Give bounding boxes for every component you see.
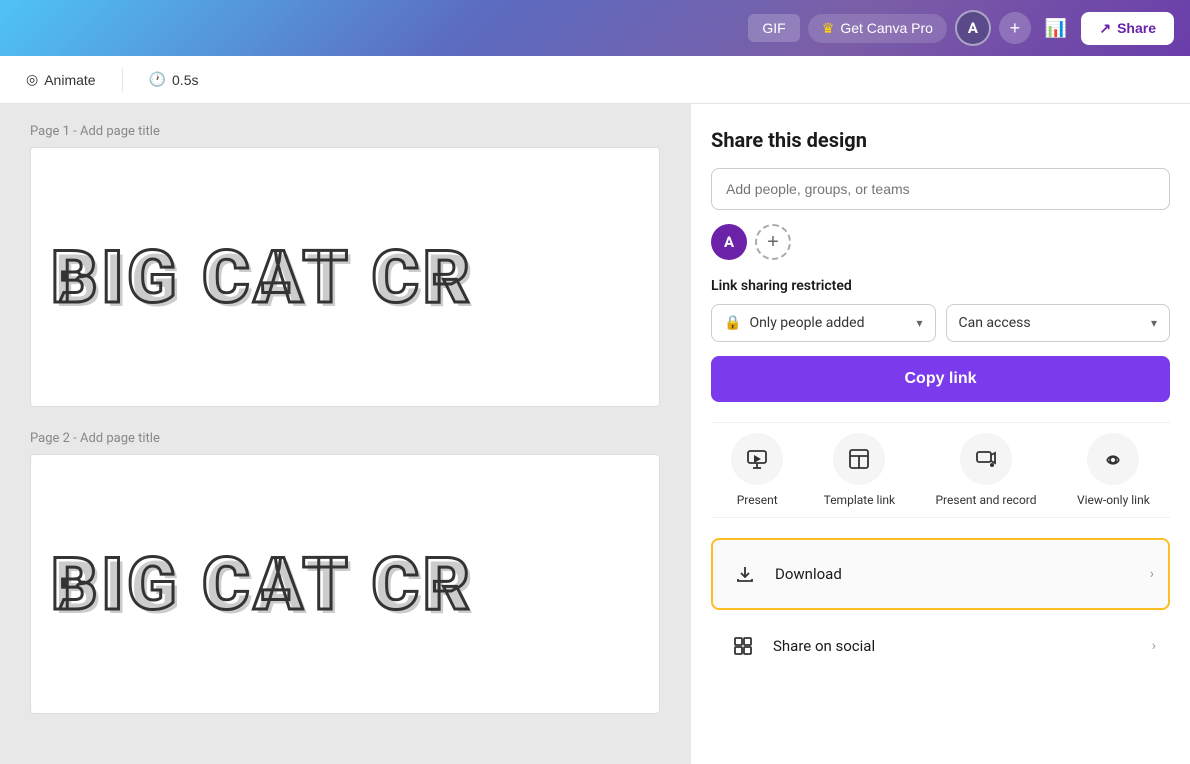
- chevron-right-icon: ›: [1150, 566, 1154, 582]
- view-only-label: View-only link: [1077, 493, 1150, 507]
- present-action[interactable]: Present: [731, 433, 783, 507]
- present-record-icon: [960, 433, 1012, 485]
- share-social-list-item[interactable]: Share on social ›: [711, 612, 1170, 680]
- clock-icon: 🕐: [149, 71, 166, 88]
- present-record-label: Present and record: [935, 493, 1036, 507]
- crown-icon: ♛: [822, 20, 835, 37]
- present-record-action[interactable]: Present and record: [935, 433, 1036, 507]
- page2-canvas: BIG CAT CR: [30, 454, 660, 714]
- page2-section: Page 2 - Add page title BIG CAT CR: [30, 431, 660, 714]
- share-icon: ↗: [1099, 20, 1111, 37]
- people-added-dropdown[interactable]: 🔒 Only people added ▾: [711, 304, 936, 342]
- avatar[interactable]: A: [955, 10, 991, 46]
- download-label: Download: [775, 565, 842, 583]
- animate-button[interactable]: ◎ Animate: [16, 65, 106, 94]
- share-button[interactable]: ↗ Share: [1081, 12, 1174, 45]
- link-dropdowns-row: 🔒 Only people added ▾ Can access ▾: [711, 304, 1170, 342]
- collaborator-avatar[interactable]: A: [711, 224, 747, 260]
- chart-button[interactable]: 📊: [1039, 12, 1073, 45]
- share-input[interactable]: [711, 168, 1170, 210]
- canvas-area: Page 1 - Add page title BIG CAT CR Page …: [0, 104, 690, 764]
- action-icons-row: Present Template link: [711, 422, 1170, 518]
- link-sharing-label: Link sharing restricted: [711, 278, 1170, 294]
- navbar: GIF ♛ Get Canva Pro A + 📊 ↗ Share: [0, 0, 1190, 56]
- lock-icon: 🔒: [724, 315, 741, 331]
- collaborators-row: A +: [711, 224, 1170, 260]
- share-panel: Share this design A + Link sharing restr…: [690, 104, 1190, 764]
- plus-button[interactable]: +: [999, 12, 1031, 44]
- page1-text: BIG CAT CR: [51, 235, 474, 320]
- canva-pro-button[interactable]: ♛ Get Canva Pro: [808, 14, 947, 43]
- main-layout: Page 1 - Add page title BIG CAT CR Page …: [0, 104, 1190, 764]
- page2-label: Page 2 - Add page title: [30, 431, 660, 446]
- divider: [122, 68, 123, 92]
- page2-text: BIG CAT CR: [51, 542, 474, 627]
- animate-icon: ◎: [26, 71, 38, 88]
- present-label: Present: [737, 493, 778, 507]
- page1-section: Page 1 - Add page title BIG CAT CR: [30, 124, 660, 407]
- duration-button[interactable]: 🕐 0.5s: [139, 65, 209, 94]
- share-panel-title: Share this design: [711, 128, 1170, 152]
- add-collaborator-button[interactable]: +: [755, 224, 791, 260]
- subtoolbar: ◎ Animate 🕐 0.5s: [0, 56, 1190, 104]
- template-link-icon: [833, 433, 885, 485]
- present-icon: [731, 433, 783, 485]
- share-social-label: Share on social: [773, 637, 875, 655]
- chevron-down-icon: ▾: [916, 316, 922, 330]
- page1-label: Page 1 - Add page title: [30, 124, 660, 139]
- page1-canvas: BIG CAT CR: [30, 147, 660, 407]
- download-icon: [727, 556, 763, 592]
- template-link-label: Template link: [824, 493, 895, 507]
- template-link-action[interactable]: Template link: [824, 433, 895, 507]
- chevron-down-icon-2: ▾: [1151, 316, 1157, 330]
- view-only-icon: [1087, 433, 1139, 485]
- view-only-link-action[interactable]: View-only link: [1077, 433, 1150, 507]
- gif-button[interactable]: GIF: [748, 14, 799, 42]
- can-access-dropdown[interactable]: Can access ▾: [946, 304, 1171, 342]
- download-list-item[interactable]: Download ›: [711, 538, 1170, 610]
- copy-link-button[interactable]: Copy link: [711, 356, 1170, 402]
- chevron-right-icon-2: ›: [1152, 638, 1156, 654]
- share-social-icon: [725, 628, 761, 664]
